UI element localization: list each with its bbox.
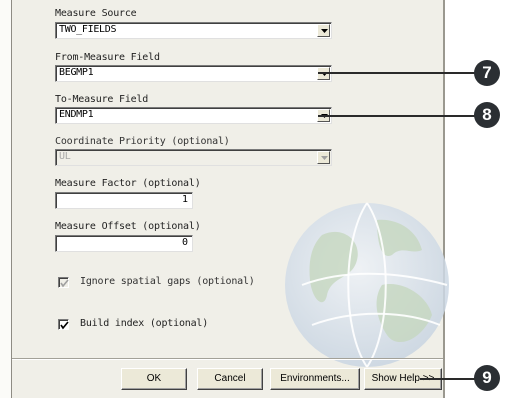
to-measure-field-value: ENDMP1 — [59, 109, 94, 120]
measure-factor-input[interactable]: 1 — [55, 192, 193, 209]
build-index-label: Build index (optional) — [80, 318, 209, 329]
checkmark-icon — [60, 321, 69, 330]
to-measure-field-select[interactable]: ENDMP1 — [55, 107, 332, 124]
environments-button[interactable]: Environments... — [270, 368, 360, 390]
callout-8-badge: 8 — [474, 102, 500, 128]
ignore-spatial-gaps-label: Ignore spatial gaps (optional) — [80, 276, 255, 287]
ok-button[interactable]: OK — [121, 368, 187, 390]
chevron-down-icon[interactable] — [317, 24, 330, 37]
callout-7-line — [318, 72, 488, 74]
coordinate-priority-label: Coordinate Priority (optional) — [55, 136, 230, 147]
callout-7-badge: 7 — [474, 60, 500, 86]
from-measure-field-label: From-Measure Field — [55, 52, 160, 63]
dialog-left-edge — [0, 0, 12, 398]
tool-dialog: Measure Source TWO_FIELDS From-Measure F… — [0, 0, 449, 398]
to-measure-field-label: To-Measure Field — [55, 94, 149, 105]
coordinate-priority-select[interactable]: UL — [55, 149, 332, 166]
from-measure-field-value: BEGMP1 — [59, 67, 94, 78]
from-measure-field-select[interactable]: BEGMP1 — [55, 65, 332, 82]
button-divider — [12, 358, 443, 360]
measure-factor-value: 1 — [181, 194, 188, 205]
globe-watermark — [285, 202, 449, 368]
measure-offset-label: Measure Offset (optional) — [55, 221, 201, 232]
ignore-spatial-gaps-checkbox[interactable] — [58, 277, 69, 288]
chevron-down-icon — [317, 151, 330, 164]
checkmark-icon — [60, 279, 69, 288]
measure-source-select[interactable]: TWO_FIELDS — [55, 22, 332, 39]
measure-factor-label: Measure Factor (optional) — [55, 178, 201, 189]
cancel-button[interactable]: Cancel — [197, 368, 263, 390]
measure-offset-value: 0 — [181, 237, 188, 248]
measure-source-label: Measure Source — [55, 8, 137, 19]
measure-offset-input[interactable]: 0 — [55, 235, 193, 252]
callout-8-line — [318, 115, 488, 117]
callout-9-badge: 9 — [474, 365, 500, 391]
measure-source-value: TWO_FIELDS — [59, 24, 117, 35]
coordinate-priority-value: UL — [59, 151, 71, 162]
build-index-checkbox[interactable] — [58, 319, 69, 330]
